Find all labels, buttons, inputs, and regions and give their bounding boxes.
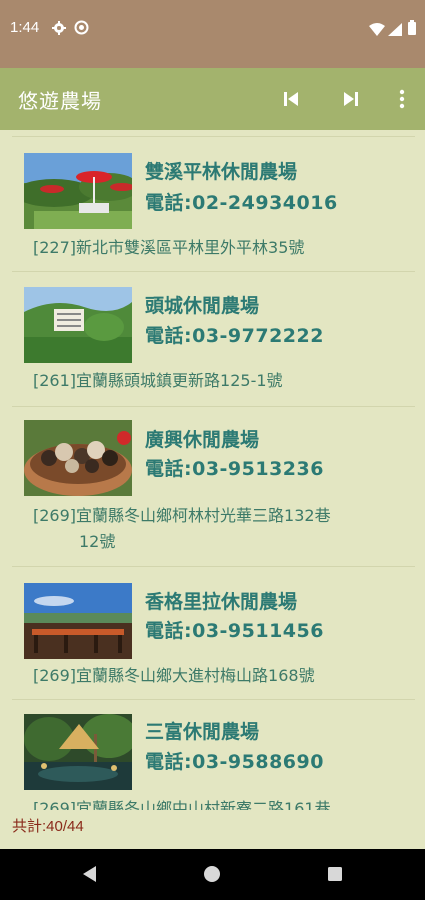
app-bar: 悠遊農場: [0, 68, 425, 130]
farm-address-line: 12號: [79, 532, 116, 551]
farm-thumbnail: [24, 420, 132, 496]
signal-icon: [388, 21, 402, 40]
farm-list[interactable]: 雙溪平林休閒農場 電話:02-24934016 [227]新北市雙溪區平林里外平…: [0, 130, 425, 810]
farm-address: [269]宜蘭縣冬山鄉大進村梅山路168號: [33, 666, 315, 685]
farm-thumbnail: [24, 583, 132, 659]
farm-phone[interactable]: 電話:03-9588690: [145, 747, 324, 774]
list-item[interactable]: 廣興休閒農場 電話:03-9513236 [269]宜蘭縣冬山鄉柯林村光華三路1…: [12, 407, 415, 567]
skip-previous-icon[interactable]: [278, 86, 304, 112]
farm-phone[interactable]: 電話:03-9772222: [145, 321, 324, 348]
home-icon[interactable]: [203, 865, 221, 887]
gear-icon: [52, 20, 66, 39]
farm-address-line: [269]宜蘭縣冬山鄉柯林村光華三路132巷: [33, 506, 331, 525]
skip-next-icon[interactable]: [338, 86, 364, 112]
farm-name: 頭城休閒農場: [145, 295, 260, 317]
circle-icon: [74, 20, 89, 39]
back-icon[interactable]: [80, 864, 98, 888]
farm-name: 香格里拉休閒農場: [145, 591, 298, 613]
farm-phone[interactable]: 電話:03-9513236: [145, 454, 324, 481]
farm-address: [269]宜蘭縣冬山鄉中山村新寮二路161巷: [33, 799, 331, 810]
farm-phone[interactable]: 電話:03-9511456: [145, 616, 324, 643]
farm-thumbnail: [24, 153, 132, 229]
farm-name: 三富休閒農場: [145, 721, 260, 743]
farm-thumbnail: [24, 287, 132, 363]
farm-address: [269]宜蘭縣冬山鄉柯林村光華三路132巷 12號: [33, 503, 393, 555]
farm-thumbnail: [24, 714, 132, 790]
app-title: 悠遊農場: [18, 89, 102, 113]
list-item[interactable]: 雙溪平林休閒農場 電話:02-24934016 [227]新北市雙溪區平林里外平…: [12, 137, 415, 272]
farm-address: [261]宜蘭縣頭城鎮更新路125-1號: [33, 371, 283, 390]
farm-name: 雙溪平林休閒農場: [145, 161, 298, 183]
list-item[interactable]: 三富休閒農場 電話:03-9588690 [269]宜蘭縣冬山鄉中山村新寮二路1…: [12, 700, 415, 810]
list-item[interactable]: 頭城休閒農場 電話:03-9772222 [261]宜蘭縣頭城鎮更新路125-1…: [12, 273, 415, 407]
more-vert-icon[interactable]: [389, 86, 415, 112]
recents-icon[interactable]: [327, 866, 343, 886]
farm-phone[interactable]: 電話:02-24934016: [145, 188, 338, 215]
wifi-icon: [369, 21, 385, 40]
total-count: 共計:40/44: [12, 818, 84, 835]
navigation-bar: [0, 849, 425, 900]
status-time: 1:44: [10, 19, 40, 36]
status-bar: 1:44: [0, 0, 425, 68]
farm-address: [227]新北市雙溪區平林里外平林35號: [33, 238, 305, 257]
battery-icon: [408, 20, 416, 39]
farm-name: 廣興休閒農場: [145, 429, 260, 451]
list-item[interactable]: 香格里拉休閒農場 電話:03-9511456 [269]宜蘭縣冬山鄉大進村梅山路…: [12, 567, 415, 700]
